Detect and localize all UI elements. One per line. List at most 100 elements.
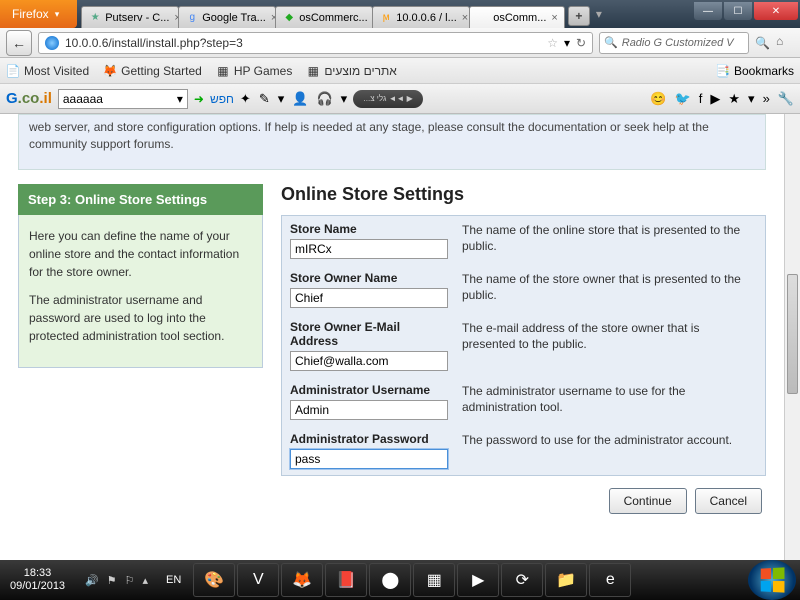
bookmark-item[interactable]: ▦HP Games [216, 64, 292, 78]
toolbar-icon[interactable]: f [699, 91, 703, 106]
toolbar-icon[interactable]: ✦ [240, 91, 251, 107]
google-logo[interactable]: G.co.il [6, 90, 52, 107]
form-row: Store NameThe name of the online store t… [282, 216, 765, 265]
tray-icon[interactable]: 🔊 [85, 574, 99, 587]
bookmark-label: אתרים מוצעים [324, 64, 397, 78]
clock[interactable]: 18:3309/01/2013 [0, 567, 75, 593]
toolbar-icons: ✦ ✎ ▾ 👤 🎧 ▾ [240, 91, 347, 107]
favicon: ★ [88, 11, 102, 25]
text-input[interactable] [290, 400, 448, 420]
form-row: Store Owner E-Mail Address The e-mail add… [282, 314, 765, 377]
bookmark-favicon: 🦊 [103, 64, 117, 78]
taskbar-app-button[interactable]: ⟳ [501, 563, 543, 597]
taskbar-app-button[interactable]: 🎨 [193, 563, 235, 597]
tab-close-icon[interactable]: × [551, 12, 557, 24]
field-label: Store Owner E-Mail Address [290, 320, 444, 348]
toolbar-icon[interactable]: ▶ [710, 91, 720, 107]
bookmark-favicon: 📄 [6, 64, 20, 78]
toolbar-icon[interactable]: ▾ [278, 91, 285, 107]
tab-label: osComm... [493, 12, 546, 24]
minimize-button[interactable]: — [694, 2, 722, 20]
site-identity-icon [45, 36, 59, 50]
browser-tab[interactable]: ◆osCommerc...× [275, 6, 373, 28]
sidebar: Step 3: Online Store Settings Here you c… [18, 184, 263, 514]
firefox-menu-button[interactable]: Firefox [0, 0, 77, 28]
cancel-button[interactable]: Cancel [695, 488, 762, 514]
search-go-icon[interactable]: 🔍 [755, 36, 770, 50]
reload-icon[interactable]: ↻ [576, 36, 586, 50]
browser-tab[interactable]: osComm... × [469, 6, 565, 28]
toolbar-icon[interactable]: 👤 [292, 91, 308, 107]
form-buttons: Continue Cancel [281, 476, 766, 514]
address-bar[interactable]: 10.0.0.6/install/install.php?step=3 ☆ ▾ … [38, 32, 593, 54]
url-dropdown-icon[interactable]: ▾ [564, 36, 570, 50]
main-panel: Online Store Settings Store NameThe name… [281, 184, 766, 514]
google-toolbar: G.co.il aaaaaa▾ ➜ חפש ✦ ✎ ▾ 👤 🎧 ▾ ...גלי צ ◄◄… [0, 84, 800, 114]
new-tab-button[interactable]: + [568, 6, 590, 26]
tab-close-icon[interactable]: × [462, 12, 468, 24]
taskbar-app-button[interactable]: e [589, 563, 631, 597]
browser-tab[interactable]: ϻ10.0.0.6 / l...× [372, 6, 470, 28]
start-button[interactable] [748, 560, 796, 600]
toolbar-icon[interactable]: 😊 [650, 91, 666, 107]
search-go-arrow-icon[interactable]: ➜ [194, 92, 204, 106]
taskbar-app-button[interactable]: 🦊 [281, 563, 323, 597]
continue-button[interactable]: Continue [609, 488, 687, 514]
bookmark-star-icon[interactable]: ☆ [547, 36, 558, 50]
windows-logo-icon [761, 567, 785, 592]
tab-overflow-icon[interactable]: ▾ [596, 7, 602, 21]
tab-label: Google Tra... [202, 12, 266, 24]
toolbar-icon[interactable]: 🔧 [778, 91, 794, 107]
toolbar-icon[interactable]: » [763, 91, 770, 106]
field-description: The e-mail address of the store owner th… [452, 314, 765, 377]
google-search-button[interactable]: חפש [210, 92, 234, 106]
bookmark-label: HP Games [234, 64, 292, 78]
bookmark-item[interactable]: 🦊 Getting Started [103, 64, 202, 78]
text-input[interactable] [290, 351, 448, 371]
media-player-widget[interactable]: ...גלי צ ◄◄ ▶ [353, 90, 423, 108]
bookmarks-menu[interactable]: 📑 Bookmarks [715, 64, 794, 78]
search-placeholder: Radio G Customized V [622, 37, 734, 49]
page-title: Online Store Settings [281, 184, 766, 205]
text-input[interactable] [290, 239, 448, 259]
text-input[interactable] [290, 288, 448, 308]
form-row: Administrator Username The administrator … [282, 377, 765, 426]
toolbar-icon[interactable]: 🐦 [675, 91, 691, 107]
taskbar-app-button[interactable]: ▶ [457, 563, 499, 597]
field-label: Administrator Username [290, 383, 444, 397]
tray-icon[interactable]: ⚐ [125, 574, 135, 587]
toolbar-icon[interactable]: ▾ [748, 91, 755, 107]
url-text: 10.0.0.6/install/install.php?step=3 [65, 36, 541, 50]
system-tray[interactable]: 🔊 ⚑ ⚐ ▴ [75, 574, 158, 587]
taskbar-app-button[interactable]: ▦ [413, 563, 455, 597]
scrollbar-thumb[interactable] [787, 274, 798, 394]
browser-tab[interactable]: ★Putserv - C...× [81, 6, 179, 28]
taskbar-app-button[interactable]: 📕 [325, 563, 367, 597]
tab-label: 10.0.0.6 / l... [396, 12, 457, 24]
language-indicator[interactable]: EN [158, 574, 189, 586]
toolbar-icon[interactable]: ✎ [259, 91, 270, 107]
google-search-box[interactable]: aaaaaa▾ [58, 89, 188, 109]
step-heading: Step 3: Online Store Settings [18, 184, 263, 215]
bookmark-item[interactable]: ▦אתרים מוצעים [306, 64, 397, 78]
search-box[interactable]: 🔍 Radio G Customized V [599, 32, 749, 54]
tray-icon[interactable]: ⚑ [107, 574, 117, 587]
search-engine-icon[interactable]: 🔍 [604, 36, 618, 49]
home-button[interactable]: ⌂ [776, 34, 794, 52]
taskbar-app-button[interactable]: ⬤ [369, 563, 411, 597]
close-button[interactable]: ✕ [754, 2, 798, 20]
taskbar-app-button[interactable]: 📁 [545, 563, 587, 597]
bookmark-item[interactable]: 📄Most Visited [6, 64, 89, 78]
field-description: The administrator username to use for th… [452, 377, 765, 426]
bookmark-label: Getting Started [121, 64, 202, 78]
back-button[interactable]: ← [6, 30, 32, 56]
vertical-scrollbar[interactable] [784, 114, 800, 560]
toolbar-icon[interactable]: 🎧 [316, 91, 332, 107]
tray-icon[interactable]: ▴ [143, 574, 149, 587]
browser-tab[interactable]: gGoogle Tra...× [178, 6, 276, 28]
maximize-button[interactable]: ☐ [724, 2, 752, 20]
toolbar-icon[interactable]: ▾ [341, 91, 348, 107]
taskbar-app-button[interactable]: V [237, 563, 279, 597]
toolbar-icon[interactable]: ★ [728, 91, 740, 107]
text-input[interactable] [290, 449, 448, 469]
